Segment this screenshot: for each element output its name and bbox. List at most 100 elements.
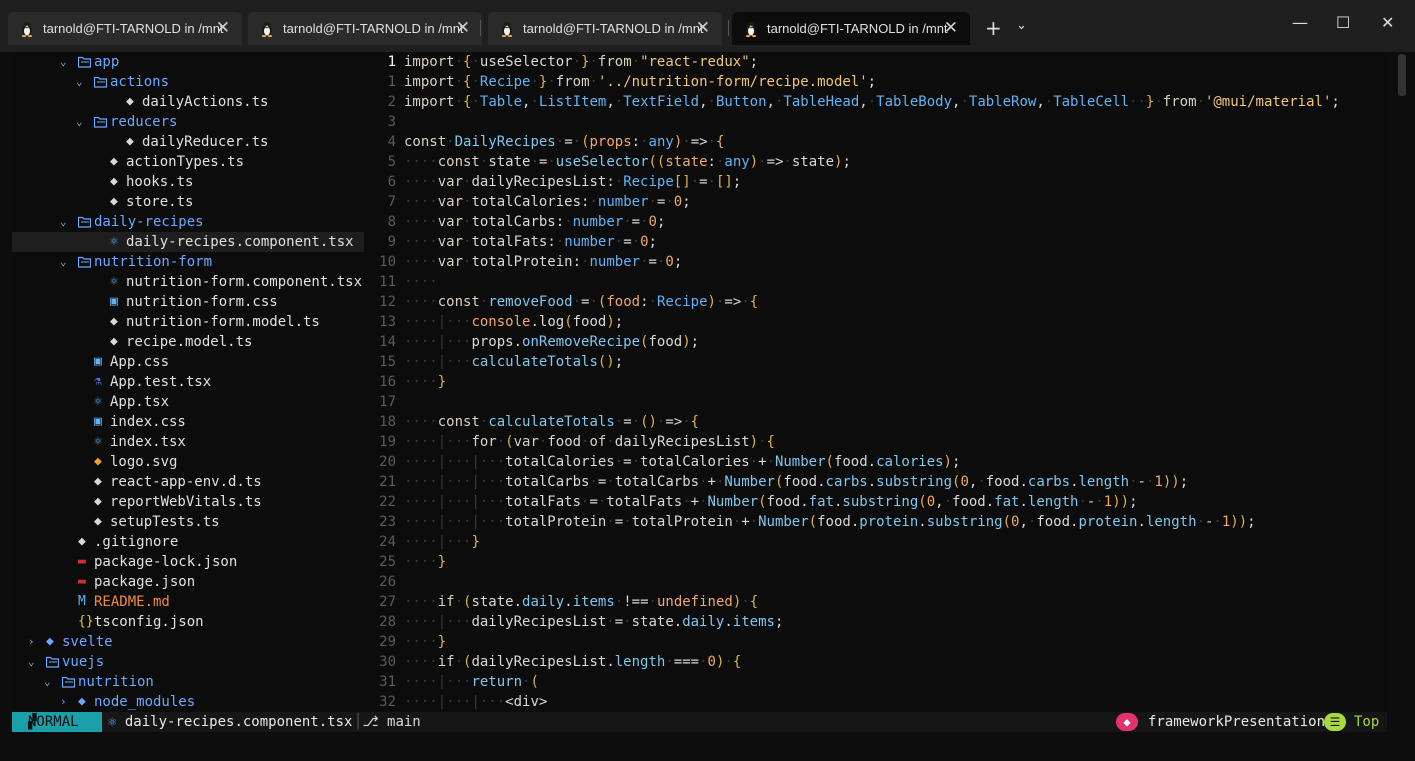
code-line[interactable]: 22 ····|···|···totalFats·=·totalFats·+·Nu…	[372, 492, 1387, 512]
code-line[interactable]: 28 ····|···dailyRecipesList·=·state.daily…	[372, 612, 1387, 632]
code-line[interactable]: 6 ····var·dailyRecipesList:·Recipe[]·=·[]…	[372, 172, 1387, 192]
tree-file[interactable]: ◆ actionTypes.ts	[12, 152, 364, 172]
code-line[interactable]: 27 ····if·(state.daily.items·!==·undefine…	[372, 592, 1387, 612]
tree-file[interactable]: ▬ package.json	[12, 572, 364, 592]
tree-file[interactable]: ◆ .gitignore	[12, 532, 364, 552]
tree-file[interactable]: ⚛ daily-recipes.component.tsx	[12, 232, 364, 252]
maximize-button[interactable]: ☐	[1336, 13, 1350, 32]
tree-file[interactable]: ◆ logo.svg	[12, 452, 364, 472]
chevron-down-icon[interactable]: ⌄	[76, 112, 83, 132]
tree-file[interactable]: ◆ store.ts	[12, 192, 364, 212]
terminal-tab[interactable]: tarnold@FTI-TARNOLD in /mnt ✕	[248, 12, 482, 45]
line-number: 29	[379, 634, 396, 650]
chevron-down-icon[interactable]: ⌄	[60, 252, 67, 272]
code-line[interactable]: 9 ····var·totalFats:·number·=·0;	[372, 232, 1387, 252]
tree-folder[interactable]: ⌄ nutrition	[12, 672, 364, 692]
code-line[interactable]: 1 import·{·useSelector·}·from·"react-redu…	[372, 52, 1387, 72]
tree-folder[interactable]: ⌄ reducers	[12, 112, 364, 132]
tab-close-button[interactable]: ✕	[456, 18, 470, 38]
code-line[interactable]: 8 ····var·totalCarbs:·number·=·0;	[372, 212, 1387, 232]
code-line[interactable]: 26	[372, 572, 1387, 592]
code-line[interactable]: 16 ····}	[372, 372, 1387, 392]
line-number: 6	[387, 174, 396, 190]
terminal-tab[interactable]: tarnold@FTI-TARNOLD in /mnt ✕	[488, 12, 722, 45]
code-line[interactable]: 21 ····|···|···totalCarbs·=·totalCarbs·+·…	[372, 472, 1387, 492]
tree-file[interactable]: ◆ hooks.ts	[12, 172, 364, 192]
tree-file[interactable]: ▬ package-lock.json	[12, 552, 364, 572]
minimize-button[interactable]: —	[1292, 13, 1308, 32]
code-line[interactable]: 11 ····	[372, 272, 1387, 292]
tree-file[interactable]: ▣ index.css	[12, 412, 364, 432]
tree-file[interactable]: ▣ App.css	[12, 352, 364, 372]
code-editor[interactable]: 1 import·{·useSelector·}·from·"react-redu…	[372, 52, 1387, 712]
close-window-button[interactable]: ✕	[1381, 13, 1394, 32]
code-line[interactable]: 29 ····}	[372, 632, 1387, 652]
tree-file[interactable]: ▣ nutrition-form.css	[12, 292, 364, 312]
tree-file[interactable]: ◆ recipe.model.ts	[12, 332, 364, 352]
code-line[interactable]: 30 ····if·(dailyRecipesList.length·===·0)…	[372, 652, 1387, 672]
chevron-down-icon[interactable]: ⌄	[60, 212, 67, 232]
code-token: ·	[623, 514, 632, 530]
code-line[interactable]: 2 import·{·Table,·ListItem,·TextField,·Bu…	[372, 92, 1387, 112]
terminal-tab[interactable]: tarnold@FTI-TARNOLD in /mnt ✕	[8, 12, 242, 45]
tree-file[interactable]: ◆ dailyActions.ts	[12, 92, 364, 112]
code-line[interactable]: 17	[372, 392, 1387, 412]
code-token: ·	[614, 454, 624, 470]
code-line[interactable]: 3	[372, 112, 1387, 132]
tree-folder[interactable]: › ◆ svelte	[12, 632, 364, 652]
code-line[interactable]: 12 ····const·removeFood·=·(food:·Recipe)·…	[372, 292, 1387, 312]
tree-folder[interactable]: ⌄ vuejs	[12, 652, 364, 672]
code-line[interactable]: 14 ····|···props.onRemoveRecipe(food);	[372, 332, 1387, 352]
tab-close-button[interactable]: ✕	[944, 18, 958, 38]
code-token: ·	[741, 594, 750, 610]
tree-file[interactable]: ◆ reportWebVitals.ts	[12, 492, 364, 512]
tree-file[interactable]: ◆ nutrition-form.model.ts	[12, 312, 364, 332]
tree-file[interactable]: ◆ react-app-env.d.ts	[12, 472, 364, 492]
tree-folder[interactable]: › ◆ node_modules	[12, 692, 364, 712]
code-line[interactable]: 23 ····|···|···totalProtein·=·totalProtei…	[372, 512, 1387, 532]
chevron-right-icon[interactable]: ›	[60, 692, 67, 712]
code-line[interactable]: 10 ····var·totalProtein:·number·=·0;	[372, 252, 1387, 272]
code-line[interactable]: 32 ····|···|···<div>	[372, 692, 1387, 712]
tab-close-button[interactable]: ✕	[696, 18, 710, 38]
code-line[interactable]: 24 ····|···}	[372, 532, 1387, 552]
tree-file[interactable]: M README.md	[12, 592, 364, 612]
tree-file[interactable]: {} tsconfig.json	[12, 612, 364, 632]
code-line[interactable]: 1 import·{·Recipe·}·from·'../nutrition-fo…	[372, 72, 1387, 92]
chevron-down-icon[interactable]: ⌄	[60, 52, 67, 72]
code-line[interactable]: 5 ····const·state·=·useSelector((state:·a…	[372, 152, 1387, 172]
tab-close-button[interactable]: ✕	[216, 18, 230, 38]
chevron-down-icon[interactable]: ⌄	[76, 72, 83, 92]
code-line[interactable]: 13 ····|···console.log(food);	[372, 312, 1387, 332]
code-line[interactable]: 7 ····var·totalCalories:·number·=·0;	[372, 192, 1387, 212]
new-tab-button[interactable]: +	[985, 16, 1002, 40]
tree-folder[interactable]: ⌄ app	[12, 52, 364, 72]
tree-file[interactable]: ⚛ App.tsx	[12, 392, 364, 412]
terminal-tab[interactable]: tarnold@FTI-TARNOLD in /mnt ✕	[732, 12, 970, 45]
tree-folder[interactable]: ⌄ daily-recipes	[12, 212, 364, 232]
tab-dropdown-button[interactable]: ⌄	[1016, 18, 1027, 33]
tree-file[interactable]: ⚛ nutrition-form.component.tsx	[12, 272, 364, 292]
scrollbar[interactable]	[1398, 54, 1406, 96]
code-token: state	[665, 154, 708, 170]
code-token: !==	[623, 594, 649, 610]
tree-folder[interactable]: ⌄ nutrition-form	[12, 252, 364, 272]
code-line[interactable]: 4 const·DailyRecipes·=·(props:·any)·=>·{	[372, 132, 1387, 152]
code-line[interactable]: 25 ····}	[372, 552, 1387, 572]
tree-file[interactable]: ⚗ App.test.tsx	[12, 372, 364, 392]
tree-file[interactable]: ◆ setupTests.ts	[12, 512, 364, 532]
file-tree[interactable]: ⌄ app ⌄ actions ◆ dailyActions.ts ⌄ reducers ◆ da…	[12, 52, 364, 712]
code-line[interactable]: 18 ····const·calculateTotals·=·()·=>·{	[372, 412, 1387, 432]
code-line[interactable]: 20 ····|···|···totalCalories·=·totalCalor…	[372, 452, 1387, 472]
code-line[interactable]: 31 ····|···return·(	[372, 672, 1387, 692]
tree-file[interactable]: ⚛ index.tsx	[12, 432, 364, 452]
code-line[interactable]: 19 ····|···for·(var·food·of·dailyRecipesL…	[372, 432, 1387, 452]
chevron-right-icon[interactable]: ›	[28, 632, 35, 652]
code-line[interactable]: 15 ····|···calculateTotals();	[372, 352, 1387, 372]
code-token: const	[404, 134, 447, 150]
terminal-pane[interactable]: ⌄ app ⌄ actions ◆ dailyActions.ts ⌄ reducers ◆ da…	[12, 52, 1387, 734]
tree-folder[interactable]: ⌄ actions	[12, 72, 364, 92]
chevron-down-icon[interactable]: ⌄	[28, 652, 35, 672]
tree-file[interactable]: ◆ dailyReducer.ts	[12, 132, 364, 152]
chevron-down-icon[interactable]: ⌄	[44, 672, 51, 692]
